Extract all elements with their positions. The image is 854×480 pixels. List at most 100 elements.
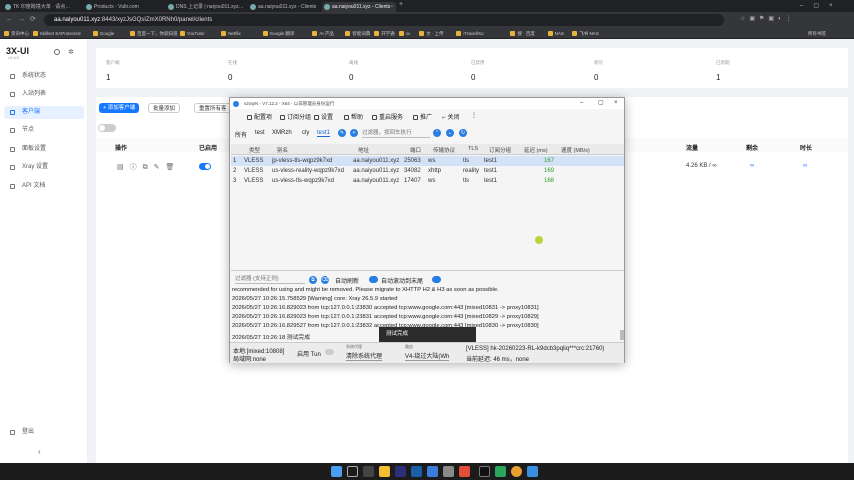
grid-header-port[interactable]: 端口 — [410, 146, 421, 154]
window-controls[interactable]: –▢× — [800, 0, 843, 12]
browser-tab-active[interactable]: aa.naiyou011.xyz - Clients × — [322, 2, 396, 12]
clear-log-icon[interactable]: ⌫ — [321, 276, 329, 284]
bookmark-item[interactable]: 百度一下，你就知道 — [130, 29, 178, 38]
server-row[interactable]: 2 VLESS us-vless-reality-wqpz9k7xd aa.na… — [231, 166, 624, 176]
add-client-button[interactable]: + 添加客户端 — [99, 103, 140, 113]
grid-header-type[interactable]: 类型 — [249, 146, 260, 154]
grid-header-network[interactable]: 传输协议 — [433, 146, 455, 154]
auto-refresh-toggle[interactable] — [369, 276, 378, 283]
windows-start-icon[interactable] — [331, 466, 342, 477]
grid-header-speed[interactable]: 速度 (MB/s) — [561, 146, 590, 154]
sidebar-item-logout[interactable]: 登出 — [4, 426, 84, 439]
grid-header-tls[interactable]: TLS — [468, 146, 478, 152]
auto-scroll-toggle[interactable] — [432, 276, 441, 283]
bookmark-item[interactable]: YouTube — [179, 29, 204, 38]
app-icon[interactable] — [495, 466, 506, 477]
server-row[interactable]: 3 VLESS us-vless-tls-wqpz9k7xd aa.naiyou… — [231, 176, 624, 186]
bookmark-item[interactable]: 开学通 — [374, 29, 395, 38]
new-tab-icon[interactable]: + — [399, 1, 403, 8]
maximize-icon[interactable]: ▢ — [598, 98, 604, 109]
edit-group-icon[interactable]: ✎ — [338, 129, 346, 137]
move-up-icon[interactable]: ⌃ — [433, 129, 441, 137]
nav-buttons[interactable]: ←→⟳ — [6, 15, 41, 23]
sidebar-item-status[interactable]: 系统状态 — [4, 70, 84, 83]
extension-icons[interactable]: ☆▣⚑▣◐⋮ — [740, 15, 796, 22]
bookmark-item[interactable]: AI 产品 — [312, 29, 334, 38]
menu-help[interactable]: 帮助 — [344, 112, 363, 121]
menu-close[interactable]: ⌐ 关闭 — [442, 112, 460, 121]
sidebar-item-clients[interactable]: 客户端 — [4, 106, 84, 119]
close-icon[interactable]: × — [614, 98, 618, 109]
menu-config[interactable]: 配置项 — [247, 112, 272, 121]
tun-toggle[interactable] — [325, 349, 334, 355]
grid-header-alias[interactable]: 别名 — [277, 146, 288, 154]
bookmark-item[interactable]: 智能词典 — [345, 29, 370, 38]
chrome-icon[interactable] — [511, 466, 522, 477]
browser-tab[interactable]: Products - Vultr.com — [84, 2, 164, 12]
menu-settings[interactable]: 设置 — [314, 112, 333, 121]
close-tab-icon[interactable]: × — [390, 2, 393, 12]
photoshop-icon[interactable] — [411, 466, 422, 477]
task-view-icon[interactable] — [363, 466, 374, 477]
row-action-icons[interactable]: ▤ⓘ⧉✎🗑 — [117, 162, 180, 172]
filter-tab-cly[interactable]: cly — [302, 130, 309, 136]
sidebar-item-xray-settings[interactable]: Xray 设置 — [4, 161, 84, 174]
batch-add-button[interactable]: 批量添加 — [148, 103, 181, 113]
filter-tab-all[interactable]: 所有 — [235, 130, 247, 139]
browser-tab[interactable]: aa.naiyou011.xyz - Clients — [248, 2, 320, 12]
bookmark-item[interactable]: Skillset SAProtected — [32, 29, 81, 38]
all-bookmarks[interactable]: 所有书签 — [808, 29, 826, 38]
bookmark-item[interactable]: NAS — [547, 29, 564, 38]
filter-tab-test1[interactable]: test1 — [317, 130, 331, 137]
heart-icon[interactable] — [54, 49, 60, 55]
filter-tab-test[interactable]: test — [255, 130, 265, 136]
app-icon[interactable] — [427, 466, 438, 477]
filter-toggle[interactable] — [98, 124, 116, 132]
url-field[interactable]: aa.naiyou011.xyz:8443/xyzJsGQsIZmX0RNh0/… — [44, 14, 724, 26]
refresh-icon[interactable]: ↻ — [459, 129, 467, 137]
bookmark-item[interactable]: Google — [92, 29, 114, 38]
system-proxy-select[interactable]: 清除系统代理 — [346, 351, 383, 361]
v2rayn-taskbar-icon[interactable] — [527, 466, 538, 477]
sidebar-item-nodes[interactable]: 节点 — [4, 124, 84, 137]
log-filter-input[interactable] — [235, 275, 305, 284]
splitter[interactable] — [231, 270, 624, 271]
routing-select[interactable]: V4-绕过大陆(Wh — [405, 351, 450, 361]
app-icon[interactable] — [443, 466, 454, 477]
minimize-icon[interactable]: – — [580, 98, 583, 109]
menu-promotion[interactable]: 推广 — [413, 112, 432, 121]
move-down-icon[interactable]: ⌄ — [446, 129, 454, 137]
bookmark-item[interactable]: 搜 · 百度 — [510, 29, 535, 38]
grid-header-latency[interactable]: 延迟 (ms) — [524, 146, 548, 154]
bookmark-item[interactable]: xx — [398, 29, 410, 38]
reset-all-button[interactable]: 重置所有客 — [194, 103, 232, 113]
sidebar-item-api-docs[interactable]: API 文档 — [4, 180, 84, 193]
bookmark-item[interactable]: 资讯中心 — [4, 29, 29, 38]
browser-tab[interactable]: DNS 上记录 | naiyou011.xyz… — [166, 2, 246, 12]
filter-tab-xmrzh[interactable]: XMRzh — [272, 130, 292, 136]
menu-restart-service[interactable]: 重启服务 — [372, 112, 403, 121]
browser-tab[interactable]: TK 印度跨境大单 · 请点… — [3, 2, 81, 12]
premiere-icon[interactable] — [395, 466, 406, 477]
server-row[interactable]: 1 VLESS jp-vless-tls-wqpz9k7xd aa.naiyou… — [231, 156, 624, 166]
file-explorer-icon[interactable] — [379, 466, 390, 477]
client-enabled-switch[interactable] — [199, 163, 211, 170]
grid-header-address[interactable]: 地址 — [358, 146, 369, 154]
bookmark-item[interactable]: 文 · 上传 — [419, 29, 444, 38]
bookmark-item[interactable]: Google 翻译 — [262, 29, 294, 38]
copy-log-icon[interactable]: ⧉ — [309, 276, 317, 284]
search-icon[interactable] — [347, 466, 358, 477]
grid-header-group[interactable]: 订阅分组 — [489, 146, 511, 154]
more-icon[interactable]: ⋮ — [471, 112, 477, 119]
bookmark-item[interactable]: 飞书 NAS — [572, 29, 599, 38]
app-icon[interactable] — [459, 466, 470, 477]
sidebar-item-inbounds[interactable]: 入站列表 — [4, 88, 84, 101]
sidebar-item-panel-settings[interactable]: 面板设置 — [4, 143, 84, 156]
app-icon[interactable] — [479, 466, 490, 477]
log-scrollbar[interactable] — [620, 330, 624, 340]
collapse-icon[interactable]: ‹ — [38, 447, 41, 456]
menu-subscription[interactable]: 订阅分组 — [280, 112, 311, 121]
bookmark-item[interactable]: iTravel/Xu — [456, 29, 483, 38]
theme-icon[interactable]: ✲ — [68, 48, 74, 56]
add-group-icon[interactable]: + — [350, 129, 358, 137]
